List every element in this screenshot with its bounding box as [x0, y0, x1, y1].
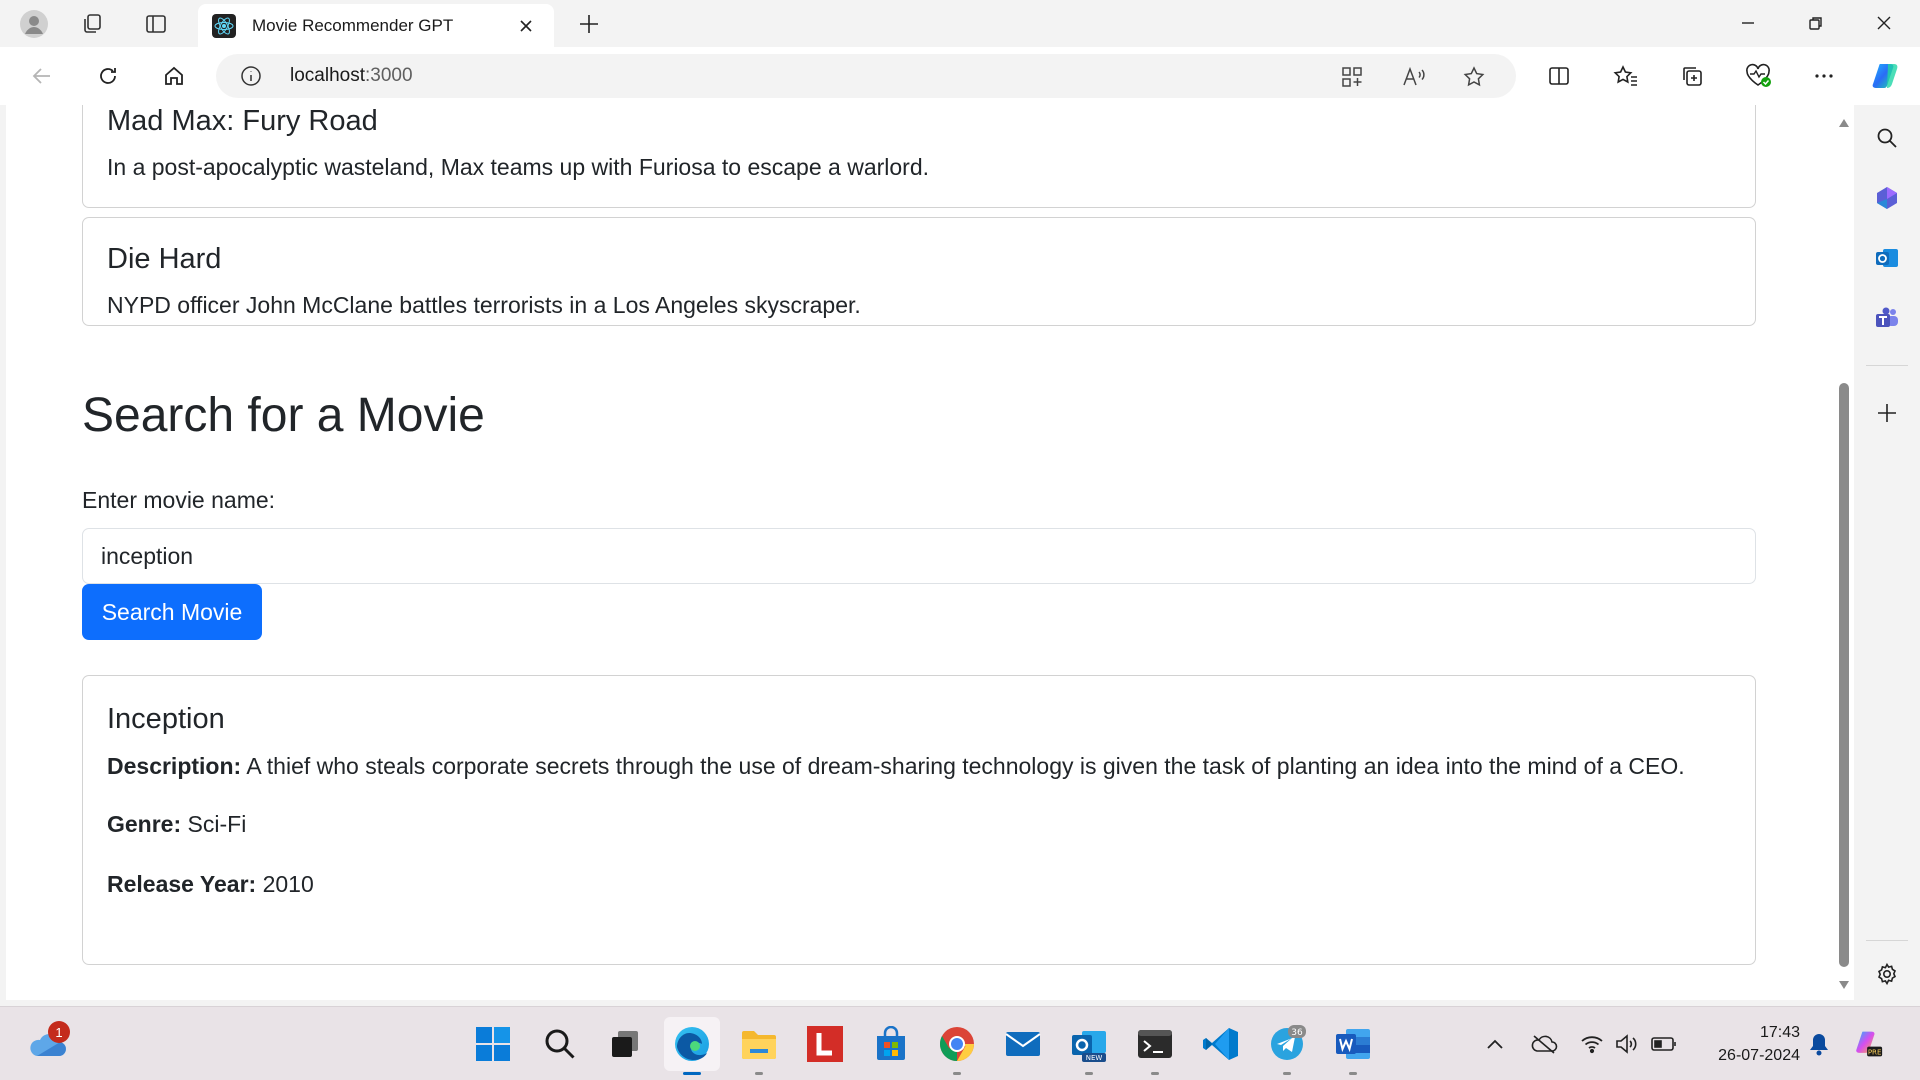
svg-text:PRE: PRE: [1868, 1048, 1882, 1057]
description-value: A thief who steals corporate secrets thr…: [246, 752, 1685, 779]
lastpass-l-icon[interactable]: [804, 1023, 846, 1065]
file-explorer-icon[interactable]: [738, 1023, 780, 1075]
running-indicator: [755, 1072, 763, 1075]
wifi-icon[interactable]: [1577, 1029, 1607, 1059]
search-result-card: Inception Description: A thief who steal…: [82, 675, 1756, 965]
year-value: 2010: [262, 870, 314, 897]
browser-essentials-icon[interactable]: [1740, 58, 1776, 94]
microsoft-store-icon[interactable]: [870, 1023, 912, 1065]
search-movie-button[interactable]: Search Movie: [82, 584, 262, 640]
windows-taskbar: 1 NEW 36 17:43 26-07-2024 PRE: [0, 1006, 1920, 1080]
sidebar-divider: [1866, 365, 1908, 366]
running-indicator: [953, 1072, 961, 1075]
sidebar-divider: [1866, 940, 1908, 941]
movie-card: Mad Max: Fury Road In a post-apocalyptic…: [82, 105, 1756, 208]
section-heading: Search for a Movie: [82, 389, 485, 442]
telegram-icon[interactable]: 36: [1266, 1023, 1308, 1075]
running-indicator: [1085, 1072, 1093, 1075]
show-hidden-icons-chevron-icon[interactable]: [1480, 1029, 1510, 1059]
task-view-icon[interactable]: [604, 1023, 646, 1065]
movie-description: NYPD officer John McClane battles terror…: [107, 291, 861, 318]
page-viewport: Mad Max: Fury Road In a post-apocalyptic…: [6, 105, 1854, 1000]
add-sidebar-app-icon[interactable]: [1869, 395, 1905, 431]
close-tab-icon[interactable]: [512, 12, 540, 40]
terminal-icon[interactable]: [1134, 1023, 1176, 1075]
discover-icon[interactable]: [1869, 180, 1905, 216]
running-indicator: [1349, 1072, 1357, 1075]
result-genre: Genre: Sci-Fi: [107, 807, 1731, 842]
workspaces-icon[interactable]: [74, 6, 110, 42]
genre-label: Genre:: [107, 811, 182, 838]
battery-icon[interactable]: [1649, 1029, 1679, 1059]
active-tab[interactable]: Movie Recommender GPT: [198, 4, 554, 47]
tab-title: Movie Recommender GPT: [252, 15, 454, 35]
home-button[interactable]: [156, 58, 192, 94]
url-text[interactable]: localhost:3000: [290, 65, 413, 87]
movie-title: Die Hard: [107, 243, 222, 275]
running-indicator: [1151, 1072, 1159, 1075]
page-scrollbar[interactable]: [1834, 105, 1854, 1000]
edge-browser-icon[interactable]: [671, 1023, 713, 1075]
movie-description: In a post-apocalyptic wasteland, Max tea…: [107, 153, 930, 180]
edge-sidebar: [1854, 105, 1920, 1000]
collections-icon[interactable]: [1674, 58, 1710, 94]
result-description: Description: A thief who steals corporat…: [107, 749, 1731, 784]
copilot-preview-icon[interactable]: PRE: [1853, 1029, 1883, 1059]
address-bar[interactable]: localhost:3000: [216, 54, 1516, 98]
copilot-icon[interactable]: [1868, 58, 1904, 94]
word-icon[interactable]: [1332, 1023, 1374, 1075]
year-label: Release Year:: [107, 870, 257, 897]
split-screen-icon[interactable]: [1541, 58, 1577, 94]
settings-more-icon[interactable]: [1806, 58, 1842, 94]
back-button[interactable]: [24, 58, 60, 94]
scroll-down-arrow-icon[interactable]: [1838, 979, 1850, 991]
read-aloud-icon[interactable]: [1400, 63, 1428, 91]
svg-text:NEW: NEW: [1086, 1054, 1103, 1062]
sidebar-settings-gear-icon[interactable]: [1869, 956, 1905, 992]
movie-title: Mad Max: Fury Road: [107, 105, 378, 137]
movie-name-label: Enter movie name:: [82, 487, 276, 513]
start-windows-icon[interactable]: [472, 1023, 514, 1065]
teams-icon[interactable]: [1869, 300, 1905, 336]
notification-bell-icon[interactable]: [1804, 1029, 1834, 1059]
browser-toolbar: localhost:3000: [0, 47, 1920, 105]
taskbar-search-icon[interactable]: [539, 1023, 581, 1065]
system-clock[interactable]: 17:43 26-07-2024: [1700, 1021, 1800, 1067]
minimize-button[interactable]: [1714, 0, 1782, 46]
volume-icon[interactable]: [1612, 1029, 1642, 1059]
vertical-tabs-icon[interactable]: [138, 6, 174, 42]
refresh-button[interactable]: [90, 58, 126, 94]
telegram-badge: 36: [1291, 1028, 1303, 1038]
search-icon[interactable]: [1869, 120, 1905, 156]
mail-icon[interactable]: [1002, 1023, 1044, 1065]
chrome-icon[interactable]: [936, 1023, 978, 1075]
app-available-icon[interactable]: [1338, 63, 1366, 91]
movie-card: Die Hard NYPD officer John McClane battl…: [82, 217, 1756, 326]
new-tab-button[interactable]: [571, 6, 607, 42]
onedrive-cloud-icon[interactable]: [1529, 1029, 1559, 1059]
outlook-new-icon[interactable]: NEW: [1068, 1023, 1110, 1075]
active-indicator: [683, 1072, 701, 1075]
result-title: Inception: [107, 703, 225, 735]
favorite-star-icon[interactable]: [1460, 63, 1488, 91]
vscode-icon[interactable]: [1200, 1023, 1242, 1065]
browser-tab-strip: Movie Recommender GPT: [0, 0, 1920, 47]
clock-time: 17:43: [1759, 1024, 1800, 1041]
restore-button[interactable]: [1782, 0, 1850, 46]
site-info-icon[interactable]: [240, 65, 262, 87]
clock-date: 26-07-2024: [1718, 1047, 1800, 1064]
outlook-icon[interactable]: [1869, 240, 1905, 276]
profile-icon[interactable]: [16, 6, 52, 42]
movie-search-input[interactable]: [82, 528, 1756, 584]
description-label: Description:: [107, 752, 242, 779]
result-year: Release Year: 2010: [107, 867, 1731, 902]
genre-value: Sci-Fi: [187, 811, 247, 838]
scrollbar-thumb[interactable]: [1839, 383, 1849, 967]
running-indicator: [1283, 1072, 1291, 1075]
close-window-button[interactable]: [1850, 0, 1918, 46]
favorites-icon[interactable]: [1608, 58, 1644, 94]
react-icon: [212, 13, 236, 38]
weather-notification-badge: 1: [48, 1021, 70, 1043]
scroll-up-arrow-icon[interactable]: [1838, 117, 1850, 129]
